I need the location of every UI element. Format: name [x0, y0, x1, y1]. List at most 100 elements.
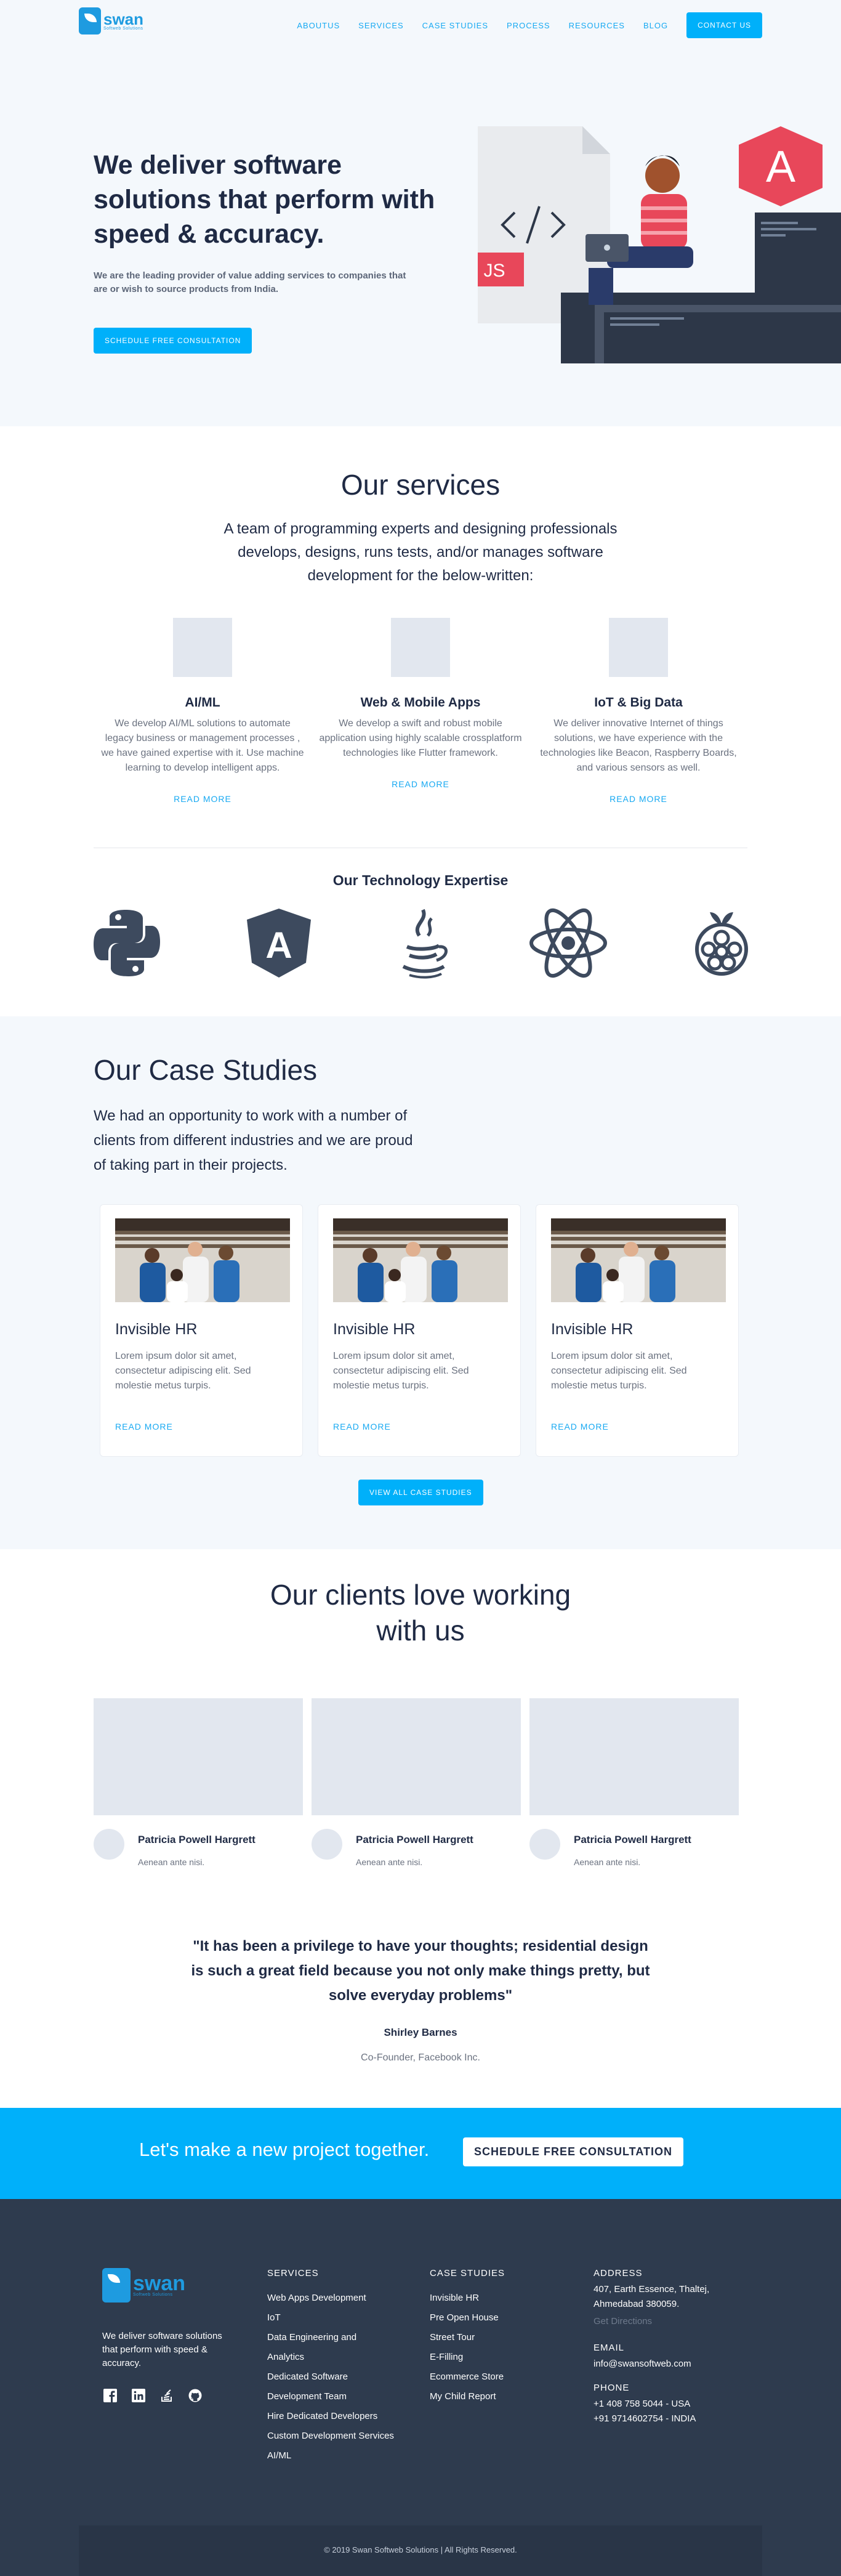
- logo-text: swan: [103, 9, 144, 28]
- service-title: Web & Mobile Apps: [360, 695, 481, 710]
- testimonial-author: Shirley Barnes: [384, 2027, 457, 2038]
- cta-band-text: Let's make a new project together.: [139, 2139, 430, 2160]
- angular-icon: A: [239, 903, 319, 983]
- view-all-case-studies-button[interactable]: VIEW ALL CASE STUDIES: [358, 1480, 483, 1505]
- footer-case-link[interactable]: E-Filling: [430, 2347, 505, 2367]
- github-icon[interactable]: [187, 2388, 203, 2404]
- footer-phone-us[interactable]: +1 408 758 5044 - USA: [594, 2397, 741, 2412]
- case-studies-title: Our Case Studies: [94, 1054, 318, 1086]
- read-more-link[interactable]: READ MORE: [115, 1422, 173, 1432]
- service-text: We develop a swift and robust mobile app…: [319, 718, 522, 758]
- case-studies-section: Our Case Studies We had an opportunity t…: [0, 1016, 841, 1549]
- footer-logo[interactable]: swan Softweb Solutions: [102, 2268, 185, 2303]
- case-study-text: Lorem ipsum dolor sit amet, consectetur …: [115, 1351, 251, 1391]
- service-card-iot: IoT & Big Data We deliver innovative Int…: [537, 618, 740, 805]
- footer-tagline: We deliver software solutions that perfo…: [102, 2331, 222, 2368]
- read-more-link[interactable]: READ MORE: [333, 1422, 391, 1432]
- footer-email-title: EMAIL: [594, 2343, 625, 2353]
- get-directions-link[interactable]: Get Directions: [594, 2312, 741, 2331]
- avatar: [94, 1829, 124, 1860]
- service-card-web-mobile: Web & Mobile Apps We develop a swift and…: [319, 618, 522, 790]
- logo-subtext: Softweb Solutions: [103, 26, 143, 31]
- footer-service-link[interactable]: IoT: [267, 2308, 415, 2328]
- footer-phone-title: PHONE: [594, 2383, 630, 2393]
- client-subtext: Aenean ante nisi.: [574, 1857, 641, 1867]
- hero-subtitle: We are the leading provider of value add…: [94, 270, 406, 294]
- service-image-placeholder: [173, 618, 232, 677]
- footer-contact-column: ADDRESS 407, Earth Essence, Thaltej, Ahm…: [594, 2268, 741, 2426]
- case-study-image: [551, 1218, 726, 1302]
- technology-title: Our Technology Expertise: [332, 872, 509, 888]
- footer-service-link[interactable]: Data Engineering and Analytics: [267, 2328, 378, 2367]
- nav-blog[interactable]: BLOG: [643, 21, 668, 30]
- client-name: Patricia Powell Hargrett: [574, 1834, 691, 1845]
- cta-band-button[interactable]: SCHEDULE FREE CONSULTATION: [463, 2137, 683, 2166]
- read-more-link[interactable]: READ MORE: [392, 779, 449, 789]
- cta-band: Let's make a new project together. SCHED…: [0, 2108, 841, 2199]
- footer-service-link[interactable]: Web Apps Development: [267, 2288, 415, 2308]
- swan-logo-icon: [102, 2268, 131, 2303]
- service-card-aiml: AI/ML We develop AI/ML solutions to auto…: [101, 618, 304, 805]
- nav-about[interactable]: ABOUTUS: [297, 21, 340, 30]
- footer-case-studies-title: CASE STUDIES: [430, 2268, 505, 2278]
- service-title: AI/ML: [185, 695, 220, 710]
- read-more-link[interactable]: READ MORE: [551, 1422, 609, 1432]
- footer-services-title: SERVICES: [267, 2268, 319, 2278]
- contact-us-button[interactable]: CONTACT US: [686, 12, 762, 38]
- copyright: © 2019 Swan Softweb Solutions | All Righ…: [324, 2545, 517, 2554]
- service-title: IoT & Big Data: [594, 695, 683, 710]
- footer-service-link[interactable]: AI/ML: [267, 2446, 415, 2466]
- service-text: We develop AI/ML solutions to automate l…: [101, 718, 304, 773]
- linkedin-icon[interactable]: [131, 2388, 147, 2404]
- swan-logo-icon: [79, 7, 101, 34]
- client-card: Patricia Powell Hargrett Aenean ante nis…: [94, 1698, 303, 1867]
- footer-phone-in[interactable]: +91 9714602754 - INDIA: [594, 2412, 741, 2426]
- footer-service-link[interactable]: Dedicated Software Development Team: [267, 2367, 378, 2407]
- react-icon: [528, 903, 608, 983]
- case-study-title: Invisible HR: [551, 1321, 634, 1338]
- case-study-card[interactable]: Invisible HR Lorem ipsum dolor sit amet,…: [100, 1204, 303, 1457]
- angular-tech-letter: A: [265, 925, 292, 966]
- case-study-title: Invisible HR: [115, 1321, 198, 1338]
- client-name: Patricia Powell Hargrett: [138, 1834, 256, 1845]
- angular-badge: A: [766, 142, 795, 192]
- testimonial-quote: "It has been a privilege to have your th…: [191, 1938, 650, 2004]
- footer-case-studies-column: CASE STUDIES Invisible HR Pre Open House…: [430, 2268, 505, 2407]
- client-card: Patricia Powell Hargrett Aenean ante nis…: [529, 1698, 739, 1867]
- top-navigation: swan Softweb Solutions ABOUTUS SERVICES …: [0, 0, 841, 49]
- footer-case-link[interactable]: Invisible HR: [430, 2288, 505, 2308]
- python-icon: [87, 903, 167, 983]
- hero-section: We deliver software solutions that perfo…: [0, 49, 841, 426]
- case-studies-description: We had an opportunity to work with a num…: [94, 1108, 413, 1173]
- read-more-link[interactable]: READ MORE: [174, 794, 231, 804]
- footer-service-link[interactable]: Hire Dedicated Developers: [267, 2407, 415, 2426]
- case-study-card[interactable]: Invisible HR Lorem ipsum dolor sit amet,…: [536, 1204, 739, 1457]
- schedule-consultation-button[interactable]: SCHEDULE FREE CONSULTATION: [94, 328, 252, 354]
- case-study-image: [115, 1218, 290, 1302]
- facebook-icon[interactable]: [102, 2388, 118, 2404]
- clients-title-text: Our clients love working with us: [270, 1579, 571, 1646]
- nav-case-studies[interactable]: CASE STUDIES: [422, 21, 488, 30]
- footer-logo-text: swan: [133, 2271, 186, 2295]
- stack-overflow-icon[interactable]: [159, 2388, 175, 2404]
- case-study-card[interactable]: Invisible HR Lorem ipsum dolor sit amet,…: [318, 1204, 521, 1457]
- logo[interactable]: swan Softweb Solutions: [79, 7, 143, 34]
- footer-case-link[interactable]: Pre Open House: [430, 2308, 505, 2328]
- hero-illustration: JS A: [478, 126, 841, 363]
- footer-case-link[interactable]: Street Tour: [430, 2328, 505, 2347]
- footer-service-link[interactable]: Custom Development Services: [267, 2426, 415, 2446]
- clients-title: Our clients love working with us: [0, 1577, 841, 1648]
- java-icon: [382, 903, 462, 983]
- nav-services[interactable]: SERVICES: [358, 21, 404, 30]
- nav-resources[interactable]: RESOURCES: [569, 21, 625, 30]
- service-image-placeholder: [391, 618, 450, 677]
- hero-title: We deliver software solutions that perfo…: [94, 150, 435, 249]
- footer-email[interactable]: info@swansoftweb.com: [594, 2357, 741, 2371]
- read-more-link[interactable]: READ MORE: [610, 794, 667, 804]
- footer-case-link[interactable]: My Child Report: [430, 2387, 505, 2407]
- avatar: [312, 1829, 342, 1860]
- client-name: Patricia Powell Hargrett: [356, 1834, 473, 1845]
- client-image-placeholder: [94, 1698, 303, 1815]
- nav-process[interactable]: PROCESS: [507, 21, 550, 30]
- footer-case-link[interactable]: Ecommerce Store: [430, 2367, 505, 2387]
